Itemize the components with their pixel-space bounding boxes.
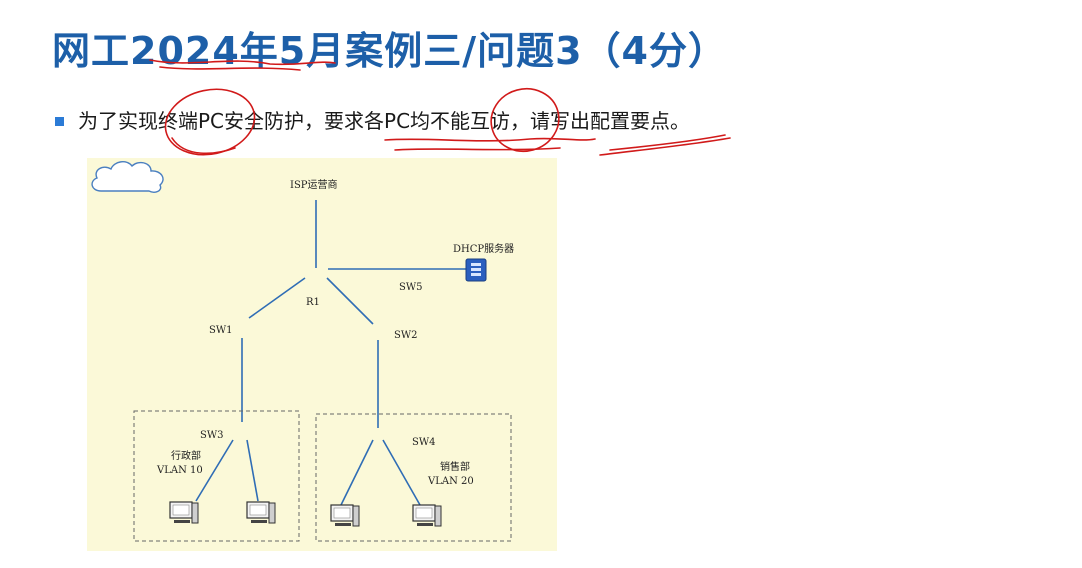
pc-icon (169, 501, 199, 524)
link-sw4-pc4 (382, 439, 421, 506)
sw3-label: SW3 (200, 430, 224, 441)
topology-lines (133, 200, 512, 542)
pc-icon (330, 504, 360, 527)
slide: 网工2024年5月案例三/问题3（4分） 为了实现终端PC安全防护，要求各PC均… (0, 0, 1082, 568)
dept-sales-vlan: VLAN 20 (428, 476, 474, 487)
sw5-label: SW5 (399, 282, 423, 293)
underline-config-2 (609, 134, 726, 151)
sw2-label: SW2 (394, 330, 418, 341)
vlan20-area (315, 413, 512, 542)
dept-admin-vlan: VLAN 10 (157, 465, 203, 476)
dhcp-label: DHCP服务器 (453, 244, 515, 255)
bullet-text: 为了实现终端PC安全防护，要求各PC均不能互访，请写出配置要点。 (78, 109, 691, 133)
link-r1-sw1 (248, 277, 306, 319)
network-diagram: ISP运营商 DHCP服务器 R1 SW5 SW1 SW2 SW3 SW4 行政… (87, 158, 557, 551)
cloud-icon (91, 161, 164, 193)
dept-admin-name: 行政部 (171, 451, 201, 462)
slide-title: 网工2024年5月案例三/问题3（4分） (52, 29, 727, 73)
dept-sales: 销售部 VLAN 20 (428, 461, 474, 489)
pc-icon (412, 504, 442, 527)
underline-config (599, 137, 731, 156)
isp-label: ISP运营商 (290, 180, 338, 191)
sw1-label: SW1 (209, 325, 233, 336)
link-sw4-pc3 (340, 439, 374, 506)
link-sw3-pc2 (246, 439, 259, 502)
dept-sales-name: 销售部 (440, 462, 470, 473)
server-icon (465, 258, 487, 282)
bullet-marker (55, 117, 64, 126)
underline-requirement (384, 137, 596, 142)
sw4-label: SW4 (412, 437, 436, 448)
dept-admin: 行政部 VLAN 10 (157, 450, 203, 478)
link-r1-sw2 (326, 277, 374, 325)
pc-icon (246, 501, 276, 524)
underline-requirement-2 (394, 147, 561, 151)
circle-terminal-tail (171, 137, 236, 155)
r1-label: R1 (306, 297, 320, 308)
